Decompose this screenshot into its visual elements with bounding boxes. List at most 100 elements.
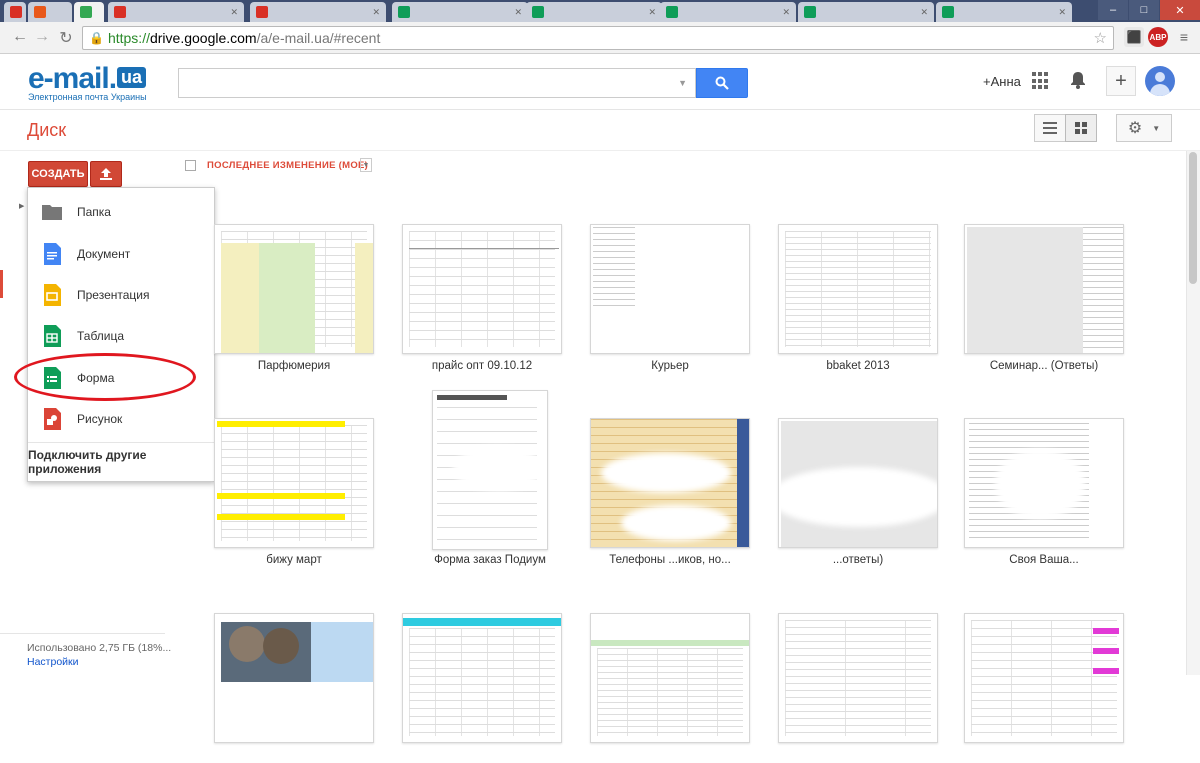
file-thumbnail[interactable] bbox=[214, 418, 374, 548]
file-thumbnail[interactable] bbox=[964, 224, 1124, 354]
sheets-favicon-icon bbox=[532, 6, 544, 18]
menu-item-presentation[interactable]: Презентация bbox=[28, 275, 214, 315]
forward-arrow-icon[interactable]: → bbox=[32, 28, 52, 46]
menu-item-folder[interactable]: Папка bbox=[28, 192, 214, 232]
sheets-favicon-icon bbox=[804, 6, 816, 18]
tab-close-icon[interactable]: ✕ bbox=[514, 7, 522, 18]
browser-tab[interactable]: ✕ bbox=[392, 2, 528, 22]
browser-tab[interactable]: ✕ bbox=[660, 2, 796, 22]
search-options-dropdown-icon[interactable]: ▼ bbox=[678, 78, 687, 88]
tab-close-icon[interactable]: ✕ bbox=[782, 7, 790, 18]
minimize-icon[interactable]: – bbox=[1098, 0, 1128, 20]
storage-usage-text: Использовано 2,75 ГБ (18%... bbox=[27, 642, 172, 654]
storage-settings-link[interactable]: Настройки bbox=[27, 656, 79, 668]
gear-icon: ⚙ bbox=[1127, 120, 1143, 137]
adblock-icon[interactable]: ABP bbox=[1148, 27, 1168, 47]
browser-tab[interactable]: ✕ bbox=[250, 2, 386, 22]
tab-close-icon[interactable]: ✕ bbox=[648, 7, 656, 18]
file-name bbox=[585, 749, 755, 763]
file-thumbnail[interactable] bbox=[590, 613, 750, 743]
logo-tagline: Электронная почта Украины bbox=[28, 92, 147, 102]
maximize-icon[interactable]: □ bbox=[1129, 0, 1159, 20]
file-thumbnail[interactable] bbox=[964, 613, 1124, 743]
user-profile-link[interactable]: +Анна bbox=[983, 74, 1021, 89]
logo[interactable]: e-mail. ua Электронная почта Украины bbox=[28, 62, 147, 102]
window-close-icon[interactable]: ✕ bbox=[1160, 0, 1200, 20]
search-button[interactable] bbox=[696, 68, 748, 98]
grid-view-button[interactable] bbox=[1065, 114, 1097, 142]
select-all-checkbox[interactable] bbox=[185, 160, 196, 171]
active-nav-indicator bbox=[0, 270, 3, 298]
file-thumbnail[interactable] bbox=[214, 613, 374, 743]
scrollbar-thumb[interactable] bbox=[1189, 152, 1197, 284]
settings-button[interactable]: ⚙ ▼ bbox=[1116, 114, 1172, 142]
file-thumbnail[interactable] bbox=[214, 224, 374, 354]
url-host: drive.google.com bbox=[149, 30, 257, 46]
bookmark-star-icon[interactable]: ☆ bbox=[1094, 29, 1107, 47]
file-name: Своя Ваша... bbox=[1009, 554, 1079, 566]
lock-icon: 🔒 bbox=[89, 31, 104, 45]
connect-apps-link[interactable]: Подключить другие приложения bbox=[28, 442, 214, 480]
share-plus-button[interactable]: + bbox=[1106, 66, 1136, 96]
browser-tab[interactable] bbox=[28, 2, 72, 22]
browser-tab[interactable] bbox=[4, 2, 26, 22]
file-name bbox=[209, 749, 379, 763]
sort-label[interactable]: ПОСЛЕДНЕЕ ИЗМЕНЕНИЕ (МОЕ) bbox=[207, 160, 368, 171]
tab-close-icon[interactable]: ✕ bbox=[372, 7, 380, 18]
file-thumbnail[interactable] bbox=[432, 390, 548, 550]
file-thumbnail[interactable] bbox=[778, 613, 938, 743]
upload-icon bbox=[100, 168, 112, 180]
file-thumbnail[interactable] bbox=[590, 418, 750, 548]
file-thumbnail[interactable] bbox=[402, 224, 562, 354]
sheets-favicon-icon bbox=[942, 6, 954, 18]
file-thumbnail[interactable] bbox=[964, 418, 1124, 548]
sidebar-divider bbox=[0, 633, 165, 634]
file-name: ...ответы) bbox=[832, 554, 884, 566]
file-name: прайс опт 09.10.12 bbox=[431, 360, 533, 372]
list-view-button[interactable] bbox=[1034, 114, 1066, 142]
toolbar-divider bbox=[0, 150, 1200, 151]
folder-icon bbox=[40, 200, 64, 224]
reload-icon[interactable]: ↻ bbox=[56, 28, 76, 48]
page-title: Диск bbox=[27, 120, 67, 140]
expand-arrow-icon[interactable]: ▶ bbox=[19, 202, 24, 210]
apps-grid-icon[interactable] bbox=[1032, 72, 1050, 90]
tab-close-icon[interactable]: ✕ bbox=[920, 7, 928, 18]
sort-dropdown-icon[interactable]: ▼ bbox=[360, 158, 372, 172]
sheets-favicon-icon bbox=[666, 6, 678, 18]
menu-item-label: Таблица bbox=[77, 329, 125, 343]
browser-tab[interactable]: ✕ bbox=[526, 2, 662, 22]
site-favicon-icon bbox=[34, 6, 46, 18]
file-thumbnail[interactable] bbox=[778, 418, 938, 548]
browser-tab[interactable]: ✕ bbox=[108, 2, 244, 22]
window-controls: – □ ✕ bbox=[1097, 0, 1200, 20]
browser-tab[interactable]: ✕ bbox=[798, 2, 934, 22]
browser-tab[interactable]: ✕ bbox=[936, 2, 1072, 22]
menu-item-spreadsheet[interactable]: Таблица bbox=[28, 316, 214, 356]
notifications-bell-icon[interactable] bbox=[1070, 71, 1086, 94]
menu-hamburger-icon[interactable]: ≡ bbox=[1174, 27, 1194, 47]
address-bar[interactable]: 🔒 https://drive.google.com/a/e-mail.ua/#… bbox=[82, 26, 1114, 50]
menu-item-document[interactable]: Документ bbox=[28, 234, 214, 274]
file-name: бижу март bbox=[266, 554, 322, 566]
file-thumbnail[interactable] bbox=[590, 224, 750, 354]
grid-view-icon bbox=[1075, 122, 1087, 134]
browser-tab-strip: ✕ ✕ ✕ ✕ ✕ ✕ ✕ – □ ✕ bbox=[0, 0, 1200, 22]
search-input[interactable]: ▼ bbox=[178, 68, 696, 98]
avatar[interactable] bbox=[1145, 66, 1175, 96]
back-arrow-icon[interactable]: ← bbox=[10, 28, 30, 46]
menu-item-label: Презентация bbox=[77, 288, 150, 302]
browser-tab-active[interactable] bbox=[74, 2, 104, 22]
file-name bbox=[397, 749, 567, 763]
menu-item-drawing[interactable]: Рисунок bbox=[28, 399, 214, 439]
upload-button[interactable] bbox=[90, 161, 122, 187]
tab-close-icon[interactable]: ✕ bbox=[230, 7, 238, 18]
menu-item-label: Документ bbox=[77, 247, 131, 261]
file-thumbnail[interactable] bbox=[402, 613, 562, 743]
file-thumbnail[interactable] bbox=[778, 224, 938, 354]
file-name: Телефоны ...иков, но... bbox=[609, 554, 731, 566]
extension-icon[interactable]: ⬛ bbox=[1124, 27, 1144, 47]
tab-close-icon[interactable]: ✕ bbox=[1058, 7, 1066, 18]
file-name: Курьер bbox=[651, 360, 689, 372]
create-button[interactable]: СОЗДАТЬ bbox=[28, 161, 88, 187]
